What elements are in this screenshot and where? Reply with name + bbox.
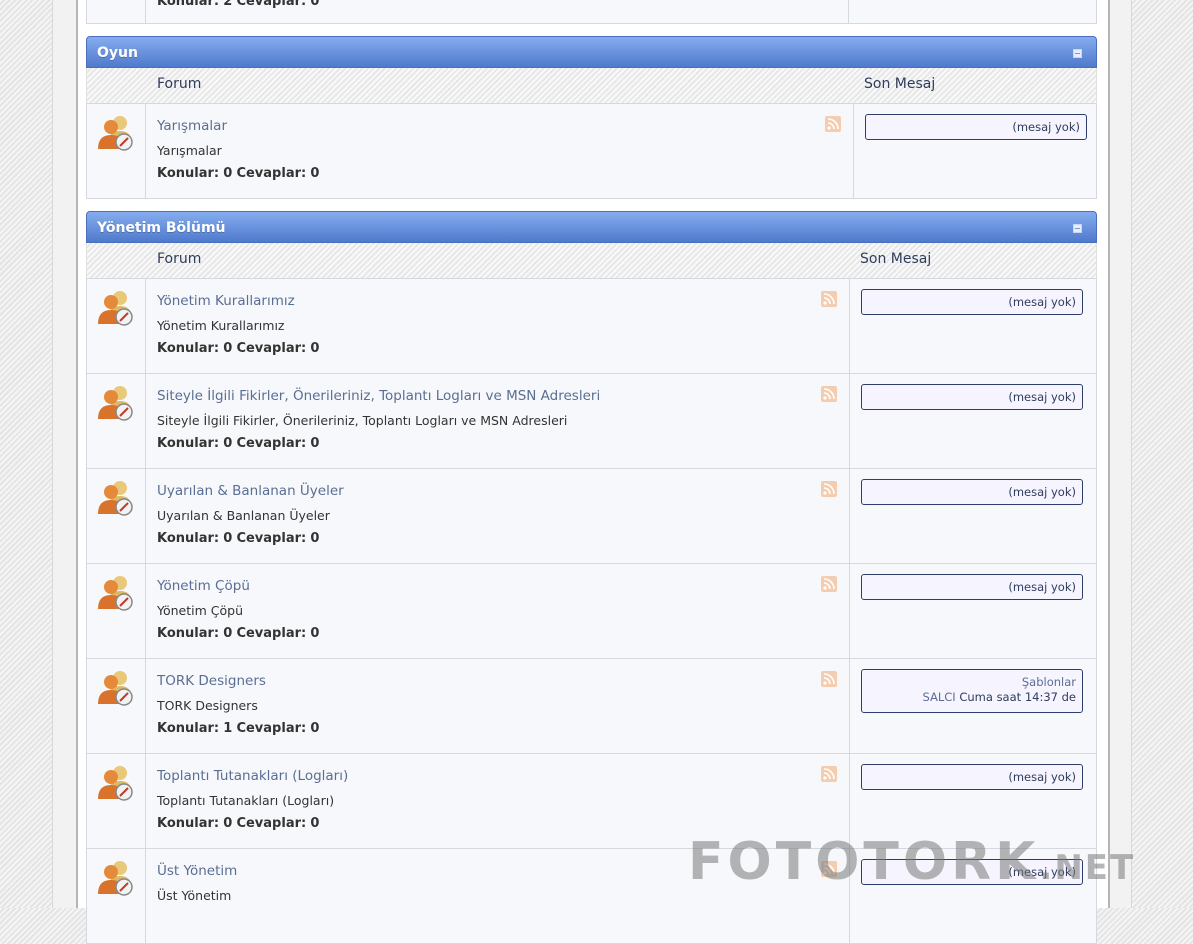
forum-stats: Konular: 0 Cevaplar: 0 <box>157 341 320 356</box>
forum-row: Yönetim Kurallarımız Yönetim Kurallarımız… <box>86 278 1097 374</box>
forum-row: TORK Designers TORK Designers Konular: 1 C… <box>86 659 1097 754</box>
last-post-box: (mesaj yok) <box>861 384 1083 410</box>
forum-description: Yarışmalar <box>157 143 222 158</box>
column-header-row: Forum Son Mesaj <box>86 243 1097 278</box>
forum-stats: Konular: 1 Cevaplar: 0 <box>157 721 320 736</box>
forum-stats: Konular: 0 Cevaplar: 0 <box>157 436 320 451</box>
rss-feed-icon[interactable] <box>821 576 837 592</box>
rss-feed-icon[interactable] <box>821 766 837 782</box>
forum-title-link[interactable]: Uyarılan & Banlanan Üyeler <box>157 483 344 499</box>
rss-feed-icon[interactable] <box>825 116 841 132</box>
forum-title-link[interactable]: Üst Yönetim <box>157 863 237 879</box>
forum-row: Yönetim Çöpü Yönetim Çöpü Konular: 0 Cevap… <box>86 564 1097 659</box>
forum-description: Toplantı Tutanakları (Logları) <box>157 793 335 808</box>
forum-row: Uyarılan & Banlanan Üyeler Uyarılan & Ban… <box>86 469 1097 564</box>
last-post-box: (mesaj yok) <box>865 114 1087 140</box>
forum-title-link[interactable]: TORK Designers <box>157 673 266 689</box>
forum-description: Üst Yönetim <box>157 888 232 903</box>
last-post-box: (mesaj yok) <box>861 764 1083 790</box>
forum-stats: Konular: 0 Cevaplar: 0 <box>157 531 320 546</box>
last-post-box: (mesaj yok) <box>861 479 1083 505</box>
forum-title-link[interactable]: Toplantı Tutanakları (Logları) <box>157 768 348 784</box>
last-post-box: (mesaj yok) <box>861 574 1083 600</box>
forum-row: Yarışmalar Yarışmalar Konular: 0 Cevapla… <box>86 103 1097 199</box>
forum-description: Uyarılan & Banlanan Üyeler <box>157 508 330 523</box>
column-forum: Forum <box>157 251 202 267</box>
forum-users-icon <box>98 116 133 151</box>
rss-feed-icon[interactable] <box>821 671 837 687</box>
last-post-box: Şablonlar SALCI Cuma saat 14:37 de <box>861 669 1083 713</box>
column-header-row: Forum Son Mesaj <box>86 68 1097 103</box>
category-oyun: Oyun Forum Son Mesaj Yarışmalar Yarışmal… <box>86 36 1097 199</box>
column-forum: Forum <box>157 76 202 92</box>
forum-users-icon <box>98 671 133 706</box>
category-header: Yönetim Bölümü <box>86 211 1097 243</box>
forum-stats: Konular: 2 Cevaplar: 0 <box>157 0 320 9</box>
last-post-time: Cuma saat 14:37 de <box>959 690 1076 704</box>
forum-users-icon <box>98 386 133 421</box>
forum-users-icon <box>98 291 133 326</box>
forum-stats: Konular: 0 Cevaplar: 0 <box>157 626 320 641</box>
category-header: Oyun <box>86 36 1097 68</box>
forum-users-icon <box>98 766 133 801</box>
forum-description: Yönetim Çöpü <box>157 603 243 618</box>
forum-users-icon <box>98 861 133 896</box>
forum-description: TORK Designers <box>157 698 258 713</box>
column-last-post: Son Mesaj <box>860 251 932 267</box>
forum-users-icon <box>98 481 133 516</box>
last-post-topic-link[interactable]: Şablonlar <box>1022 675 1076 689</box>
previous-forum-row: Konular: 2 Cevaplar: 0 <box>86 0 1097 24</box>
forum-description: Siteyle İlgili Fikirler, Önerileriniz, T… <box>157 413 568 428</box>
last-post-box: (mesaj yok) <box>861 289 1083 315</box>
column-last-post: Son Mesaj <box>864 76 936 92</box>
forum-row: Siteyle İlgili Fikirler, Önerileriniz, T… <box>86 374 1097 469</box>
forum-title-link[interactable]: Yönetim Çöpü <box>157 578 250 594</box>
collapse-icon[interactable] <box>1073 49 1082 58</box>
category-title: Oyun <box>97 45 138 61</box>
category-title: Yönetim Bölümü <box>97 220 226 236</box>
forum-description: Yönetim Kurallarımız <box>157 318 285 333</box>
forum-stats: Konular: 0 Cevaplar: 0 <box>157 816 320 831</box>
fototork-watermark: FOTOTORK.NET <box>688 832 1136 892</box>
forum-users-icon <box>98 576 133 611</box>
forum-title-link[interactable]: Yarışmalar <box>157 118 227 134</box>
rss-feed-icon[interactable] <box>821 481 837 497</box>
forum-title-link[interactable]: Siteyle İlgili Fikirler, Önerileriniz, T… <box>157 388 600 404</box>
rss-feed-icon[interactable] <box>821 386 837 402</box>
collapse-icon[interactable] <box>1073 224 1082 233</box>
last-post-user-link[interactable]: SALCI <box>922 690 955 704</box>
forum-stats: Konular: 0 Cevaplar: 0 <box>157 166 320 181</box>
forum-title-link[interactable]: Yönetim Kurallarımız <box>157 293 295 309</box>
rss-feed-icon[interactable] <box>821 291 837 307</box>
